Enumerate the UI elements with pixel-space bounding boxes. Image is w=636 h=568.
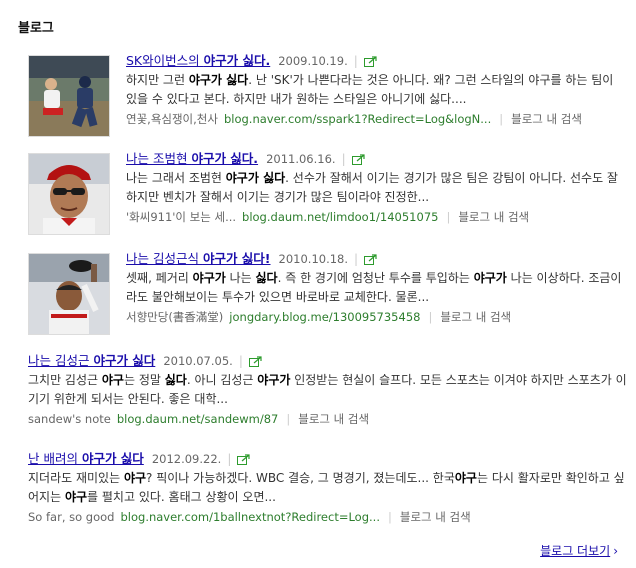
result-title-text: 나는 조범현 bbox=[126, 151, 192, 166]
result-title-highlight: 야구가 싫다! bbox=[202, 251, 271, 266]
result-title-highlight: 야구가 싫다. bbox=[191, 151, 259, 166]
result-date: 2011.06.16. bbox=[266, 152, 336, 166]
result-author[interactable]: So far, so good bbox=[28, 510, 114, 524]
divider: | bbox=[388, 510, 392, 524]
result-thumbnail[interactable] bbox=[28, 153, 110, 235]
result-title-link[interactable]: 나는 조범현 야구가 싫다. bbox=[126, 151, 258, 166]
result-url[interactable]: blog.daum.net/sandewm/87 bbox=[117, 412, 279, 426]
result-title-link[interactable]: 난 배려의 야구가 싫다 bbox=[28, 451, 144, 466]
result-date: 2012.09.22. bbox=[151, 452, 222, 466]
divider: | bbox=[341, 152, 346, 166]
more-blogs-label: 블로그 더보기 bbox=[540, 544, 611, 558]
result-snippet: 나는 그래서 조범현 야구가 싫다. 선수가 잘해서 이기는 경기가 많은 팀은… bbox=[126, 171, 618, 204]
result-title-text: 난 배려의 bbox=[28, 451, 82, 466]
result-title-text: 나는 김성근식 bbox=[126, 251, 203, 266]
result-title-highlight: 야구가 싫다 bbox=[81, 451, 144, 466]
result-url[interactable]: blog.naver.com/sspark1?Redirect=Log&logN… bbox=[224, 112, 491, 126]
result-author[interactable]: 연꽃,욕심쟁이,천사 bbox=[126, 112, 218, 126]
blog-search-link[interactable]: 블로그 내 검색 bbox=[458, 210, 529, 224]
result-date: 2009.10.19. bbox=[278, 54, 348, 68]
blog-search-link[interactable]: 블로그 내 검색 bbox=[511, 112, 582, 126]
result-url[interactable]: blog.naver.com/1ballnextnot?Redirect=Log… bbox=[120, 510, 380, 524]
divider: | bbox=[446, 210, 451, 224]
manager-sunglasses-photo bbox=[29, 154, 109, 234]
share-icon[interactable] bbox=[237, 452, 250, 470]
divider: | bbox=[227, 452, 232, 466]
result-thumbnail[interactable] bbox=[28, 253, 110, 335]
more-blogs-link[interactable]: 블로그 더보기 › bbox=[540, 542, 618, 559]
result-title-highlight: 야구가 싫다 bbox=[93, 353, 156, 368]
divider: | bbox=[353, 54, 358, 68]
result-snippet: 그치만 김성근 야구는 정말 싫다. 아니 김성근 야구가 인정받는 현실이 슬… bbox=[28, 373, 627, 406]
divider: | bbox=[354, 252, 359, 266]
result-title-link[interactable]: SK와이번스의 야구가 싫다. bbox=[126, 53, 270, 68]
section-title: 블로그 bbox=[18, 21, 54, 36]
divider: | bbox=[499, 112, 504, 126]
divider: | bbox=[286, 412, 291, 426]
manager-cap-photo bbox=[29, 254, 109, 334]
result-author[interactable]: sandew's note bbox=[28, 412, 111, 426]
result-title-text: SK와이번스의 bbox=[126, 53, 204, 68]
result-author[interactable]: '화씨911'이 보는 세... bbox=[126, 210, 236, 224]
result-title-text: 나는 김성근 bbox=[28, 353, 94, 368]
share-icon[interactable] bbox=[363, 54, 377, 72]
chevron-right-icon: › bbox=[613, 544, 618, 558]
divider: | bbox=[428, 310, 433, 324]
blog-search-link[interactable]: 블로그 내 검색 bbox=[298, 412, 369, 426]
share-icon[interactable] bbox=[364, 252, 377, 270]
result-snippet: 하지만 그런 야구가 싫다. 난 'SK'가 나쁜다라는 것은 아니다. 왜? … bbox=[126, 73, 614, 106]
result-author[interactable]: 서향만당(書香滿堂) bbox=[126, 310, 223, 324]
result-snippet: 셋째, 페거리 야구가 나는 싫다. 즉 한 경기에 엄청난 투수를 투입하는 … bbox=[126, 271, 622, 304]
baseball-slide-photo bbox=[29, 56, 109, 136]
result-date: 2010.10.18. bbox=[278, 252, 349, 266]
result-url[interactable]: blog.daum.net/limdoo1/14051075 bbox=[242, 210, 438, 224]
result-thumbnail[interactable] bbox=[28, 55, 110, 137]
result-snippet: 지더라도 재미있는 야구? 픽이나 가능하겠다. WBC 결승, 그 명경기, … bbox=[28, 471, 625, 504]
result-title-link[interactable]: 나는 김성근 야구가 싫다 bbox=[28, 353, 155, 368]
share-icon[interactable] bbox=[248, 354, 262, 372]
result-url[interactable]: jongdary.blog.me/130095735458 bbox=[229, 310, 420, 324]
share-icon[interactable] bbox=[351, 152, 365, 170]
blog-search-link[interactable]: 블로그 내 검색 bbox=[400, 510, 471, 524]
result-title-link[interactable]: 나는 김성근식 야구가 싫다! bbox=[126, 251, 271, 266]
result-title-highlight: 야구가 싫다. bbox=[203, 53, 271, 68]
blog-search-link[interactable]: 블로그 내 검색 bbox=[440, 310, 511, 324]
divider: | bbox=[238, 354, 243, 368]
result-date: 2010.07.05. bbox=[163, 354, 233, 368]
